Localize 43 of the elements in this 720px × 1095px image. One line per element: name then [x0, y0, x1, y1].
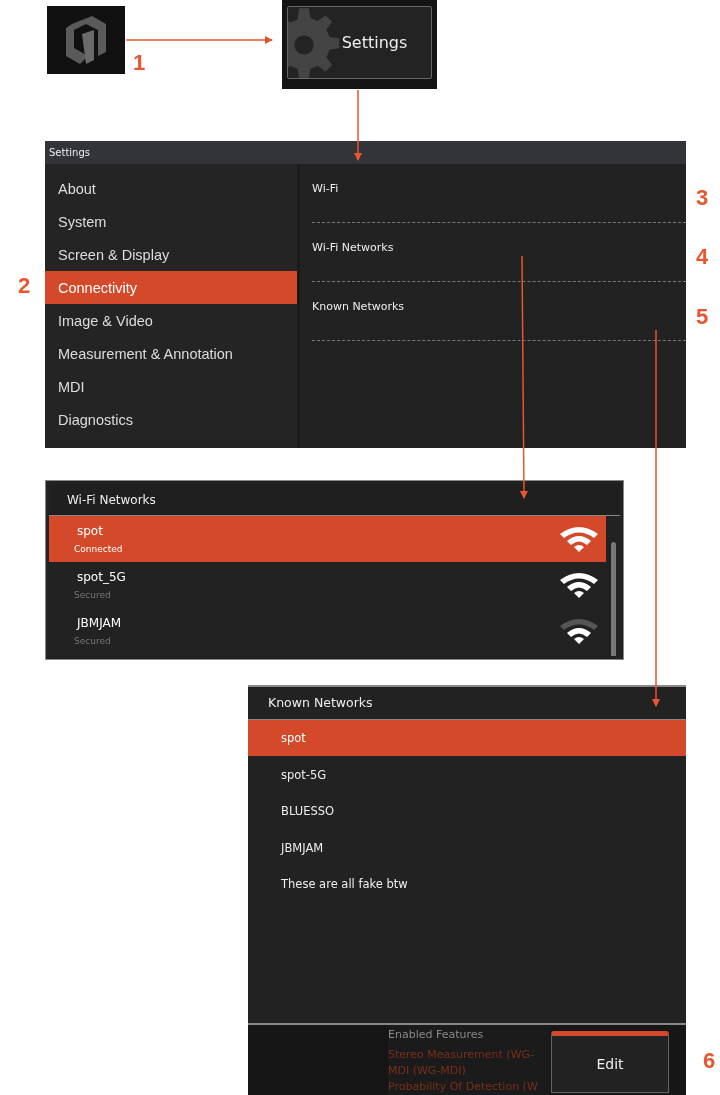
network-status: Secured [74, 590, 112, 600]
sidebar-item[interactable]: MDI [45, 370, 297, 403]
section-label[interactable]: Wi-Fi [312, 182, 339, 195]
callout-number: 1 [133, 50, 146, 76]
feature-item: Stereo Measurement (WG- [388, 1047, 535, 1063]
network-row[interactable]: JBMJAM Secured [49, 608, 606, 654]
callout-number: 3 [696, 185, 709, 211]
sidebar-item[interactable]: About [45, 172, 297, 205]
section-label[interactable]: Wi-Fi Networks [312, 241, 394, 254]
window-title: Settings [49, 147, 90, 158]
app-icon[interactable] [47, 6, 125, 74]
sidebar-item[interactable]: Connectivity [45, 271, 297, 304]
feature-item: MDI (WG-MDI) [388, 1063, 467, 1079]
edit-button[interactable]: Edit [551, 1031, 669, 1093]
network-row[interactable]: These are all fake btw [248, 865, 686, 903]
callout-number: 5 [696, 304, 709, 330]
network-row[interactable]: spot Connected [49, 516, 606, 562]
network-name: JBMJAM [77, 616, 121, 630]
network-row[interactable]: spot-5G [248, 756, 686, 793]
network-row[interactable]: spot [248, 719, 686, 757]
panel-title: Wi-Fi Networks [67, 492, 156, 507]
network-row[interactable]: JBMJAM [248, 829, 686, 866]
network-row[interactable]: spot_5G Secured [49, 562, 606, 608]
network-name: spot_5G [77, 570, 126, 584]
features-heading: Enabled Features [388, 1027, 485, 1043]
network-status: Connected [74, 544, 123, 554]
callout-number: 6 [703, 1048, 716, 1074]
callout-number: 4 [696, 244, 709, 270]
network-name: spot [77, 524, 104, 538]
sidebar-item[interactable]: System [45, 205, 297, 238]
arrow [354, 89, 362, 161]
sidebar-item[interactable]: Screen & Display [45, 238, 297, 271]
settings-button[interactable]: Settings [287, 6, 432, 79]
section-label[interactable]: Known Networks [312, 300, 405, 313]
callout-number: 2 [18, 273, 31, 299]
network-row[interactable]: BLUESSO [248, 792, 686, 830]
sidebar-item[interactable]: Measurement & Annotation [45, 337, 297, 370]
network-status: Secured [74, 636, 112, 646]
sidebar-item[interactable]: Diagnostics [45, 403, 297, 436]
scrollbar[interactable] [611, 542, 616, 656]
panel-title: Known Networks [268, 695, 373, 711]
feature-item: Probability Of Detection (W [388, 1079, 539, 1095]
sidebar-item[interactable]: Image & Video [45, 304, 297, 337]
